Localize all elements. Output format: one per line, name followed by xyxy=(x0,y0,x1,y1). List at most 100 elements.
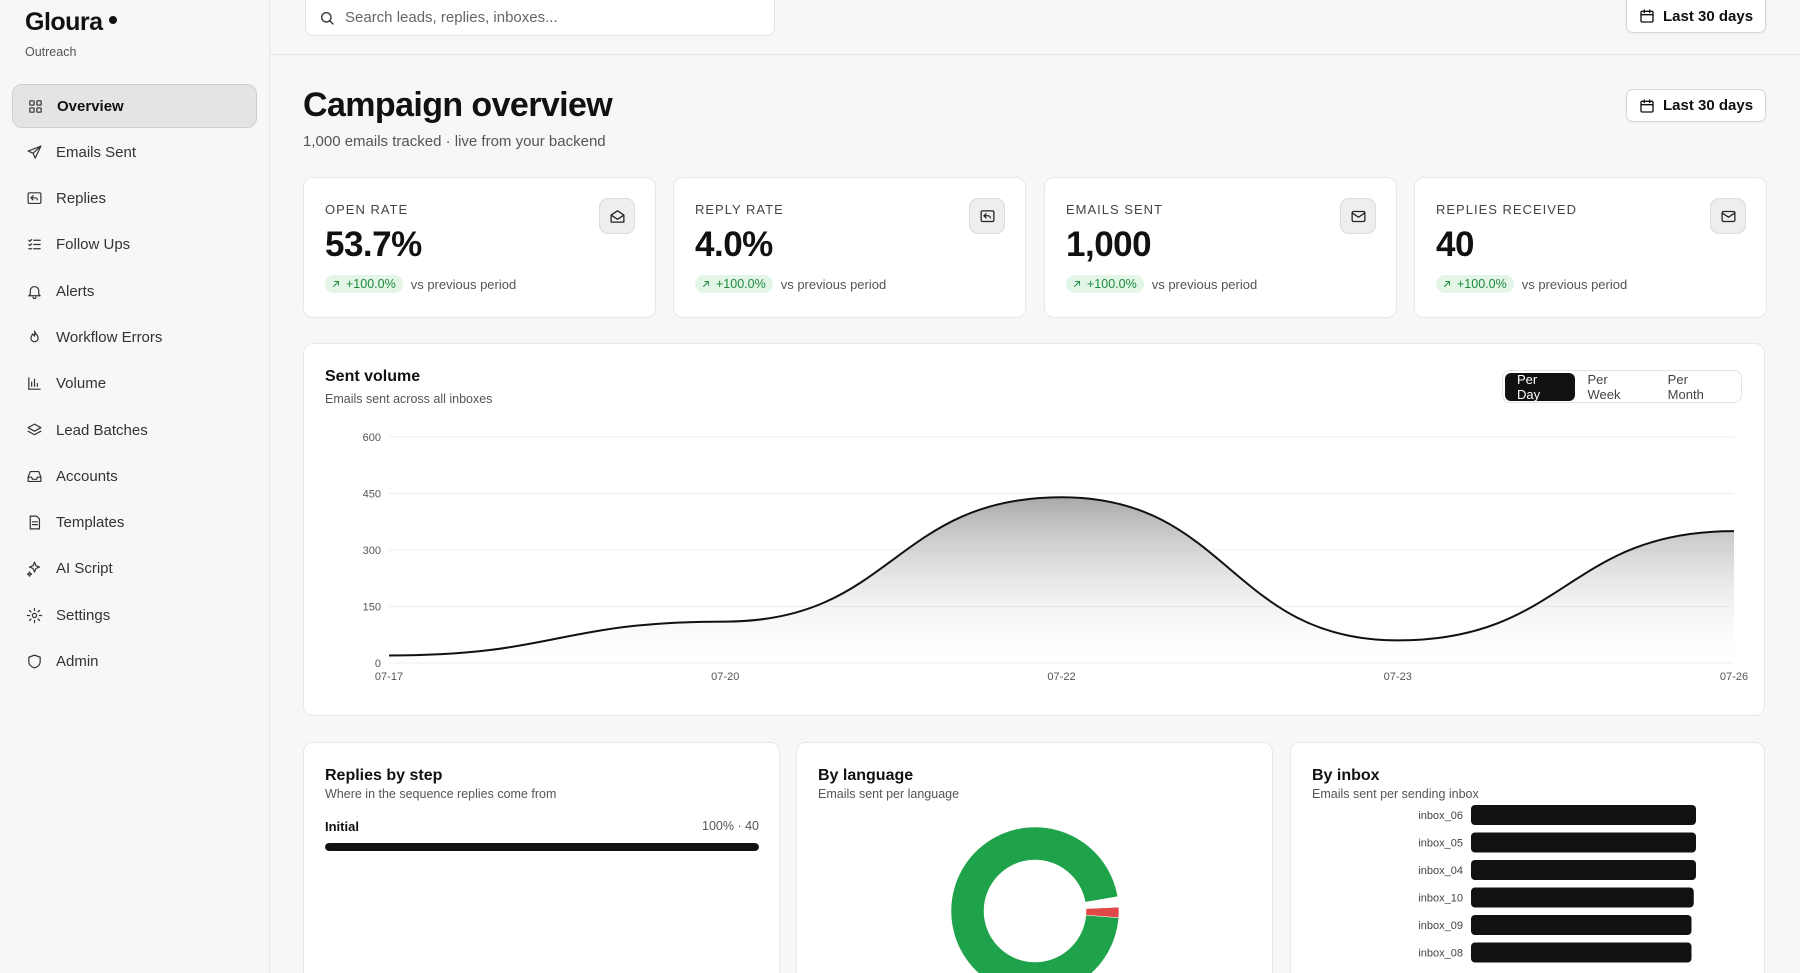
trend-up-icon xyxy=(1444,281,1450,287)
sidebar-item-volume[interactable]: Volume xyxy=(12,362,257,406)
sidebar-item-follow-ups[interactable]: Follow Ups xyxy=(12,223,257,267)
brand-subtitle: Outreach xyxy=(25,45,77,59)
mail-icon xyxy=(1720,210,1736,222)
sidebar-item-alerts[interactable]: Alerts xyxy=(12,269,257,313)
inbox-label: inbox_04 xyxy=(1418,865,1463,877)
step-progress-track xyxy=(325,843,759,851)
inbox-bar-chart: inbox_06 inbox_05 inbox_04 inbox_10 inbox_09… xyxy=(1418,805,1696,963)
kpi-value: 4.0% xyxy=(695,225,773,264)
bar-chart-icon xyxy=(28,377,41,391)
trend-up-icon xyxy=(703,281,709,287)
delta-value: +100.0% xyxy=(716,277,766,291)
flame-icon xyxy=(30,330,39,343)
step-name: Initial xyxy=(325,819,359,834)
trend-up-icon xyxy=(333,281,339,287)
kpi-card-reply-rate: REPLY RATE 4.0% +100.0% vs previous period xyxy=(673,177,1026,318)
sidebar-item-workflow-errors[interactable]: Workflow Errors xyxy=(12,315,257,359)
sidebar: Gloura Outreach Overview Emails Sent Repli… xyxy=(0,0,270,973)
mail-open-icon xyxy=(609,209,625,223)
sidebar-item-lead-batches[interactable]: Lead Batches xyxy=(12,408,257,452)
sidebar-item-overview[interactable]: Overview xyxy=(12,84,257,128)
inbox-label: inbox_06 xyxy=(1418,810,1463,822)
y-tick-label: 300 xyxy=(363,545,381,557)
search-input[interactable] xyxy=(345,9,745,26)
x-tick-label: 07-20 xyxy=(711,671,739,683)
sidebar-item-admin[interactable]: Admin xyxy=(12,640,257,684)
inbox-bar[interactable] xyxy=(1471,860,1696,880)
inbox-bar[interactable] xyxy=(1471,942,1692,963)
calendar-icon xyxy=(1640,9,1654,23)
kpi-label: REPLY RATE xyxy=(695,202,784,217)
delta-badge: +100.0% xyxy=(325,275,403,293)
donut-slice[interactable] xyxy=(950,826,1120,973)
sidebar-item-accounts[interactable]: Accounts xyxy=(12,454,257,498)
y-tick-label: 0 xyxy=(375,658,381,670)
sidebar-item-label: Volume xyxy=(56,375,107,393)
kpi-label: EMAILS SENT xyxy=(1066,202,1163,217)
delta-caption: vs previous period xyxy=(1521,276,1628,292)
date-range-label: Last 30 days xyxy=(1663,97,1754,114)
by-language-card: By language Emails sent per language xyxy=(796,742,1273,973)
page-title: Campaign overview xyxy=(303,86,613,124)
inbox-bar[interactable] xyxy=(1471,887,1694,908)
sidebar-item-label: Accounts xyxy=(56,467,118,485)
inbox-bar[interactable] xyxy=(1471,915,1692,935)
step-row: Initial 100% · 40 xyxy=(325,819,759,851)
date-range-button[interactable]: Last 30 days xyxy=(1626,89,1767,122)
kpi-icon-badge xyxy=(1710,198,1746,234)
kpi-icon-badge xyxy=(969,198,1005,234)
inbox-label: inbox_10 xyxy=(1418,893,1463,905)
inbox-icon xyxy=(27,470,42,482)
sidebar-item-label: Lead Batches xyxy=(56,421,148,439)
brand-logo[interactable]: Gloura xyxy=(25,8,117,37)
delta-badge: +100.0% xyxy=(1436,275,1514,293)
shield-icon xyxy=(28,654,41,669)
mail-icon xyxy=(1350,210,1366,222)
inbox-bar[interactable] xyxy=(1471,805,1696,825)
kpi-value: 40 xyxy=(1436,225,1474,264)
sidebar-item-templates[interactable]: Templates xyxy=(12,501,257,545)
kpi-value: 1,000 xyxy=(1066,225,1152,264)
kpi-delta: +100.0% vs previous period xyxy=(695,275,886,293)
gear-icon xyxy=(26,607,43,623)
bell-icon xyxy=(28,285,41,299)
inbox-bar[interactable] xyxy=(1471,832,1696,853)
top-bar: Last 30 days xyxy=(270,0,1800,55)
sidebar-item-ai-script[interactable]: AI Script xyxy=(12,547,257,591)
send-icon xyxy=(27,145,42,159)
kpi-value: 53.7% xyxy=(325,225,422,264)
calendar-icon xyxy=(1640,98,1654,113)
sidebar-item-label: Workflow Errors xyxy=(56,328,163,346)
kpi-label: REPLIES RECEIVED xyxy=(1436,202,1577,217)
sidebar-item-replies[interactable]: Replies xyxy=(12,177,257,221)
sidebar-item-label: Emails Sent xyxy=(56,143,137,161)
sidebar-item-emails-sent[interactable]: Emails Sent xyxy=(12,130,257,174)
inbox-label: inbox_05 xyxy=(1418,838,1463,850)
reply-icon xyxy=(979,209,995,222)
sidebar-item-label: Overview xyxy=(57,97,124,115)
search-box[interactable] xyxy=(305,0,775,36)
reply-icon xyxy=(27,192,42,205)
delta-value: +100.0% xyxy=(1087,277,1137,291)
step-value: 100% · 40 xyxy=(702,819,759,833)
delta-caption: vs previous period xyxy=(780,276,887,292)
search-icon xyxy=(321,11,334,25)
kpi-delta: +100.0% vs previous period xyxy=(1436,275,1627,293)
sidebar-item-settings[interactable]: Settings xyxy=(12,593,257,637)
sidebar-item-label: Templates xyxy=(56,514,125,532)
kpi-icon-badge xyxy=(1340,198,1376,234)
delta-caption: vs previous period xyxy=(1151,276,1258,292)
kpi-icon-badge xyxy=(599,198,635,234)
x-tick-label: 07-17 xyxy=(375,671,403,683)
replies-by-step-card: Replies by step Where in the sequence re… xyxy=(303,742,780,973)
kpi-card-emails-sent: EMAILS SENT 1,000 +100.0% vs previous perio… xyxy=(1044,177,1397,318)
sidebar-item-label: Replies xyxy=(56,190,107,208)
file-icon xyxy=(29,515,41,530)
date-range-button-top[interactable]: Last 30 days xyxy=(1626,0,1767,33)
x-tick-label: 07-22 xyxy=(1047,671,1075,683)
grid-icon xyxy=(29,99,42,113)
sent-volume-chart: 0 150 300 450 600 07-17 07-20 07-22 07-23 07-26 xyxy=(363,432,1748,683)
y-tick-label: 150 xyxy=(363,602,381,614)
replies-by-step-subtitle: Where in the sequence replies come from xyxy=(325,787,557,801)
y-tick-label: 450 xyxy=(363,489,381,501)
